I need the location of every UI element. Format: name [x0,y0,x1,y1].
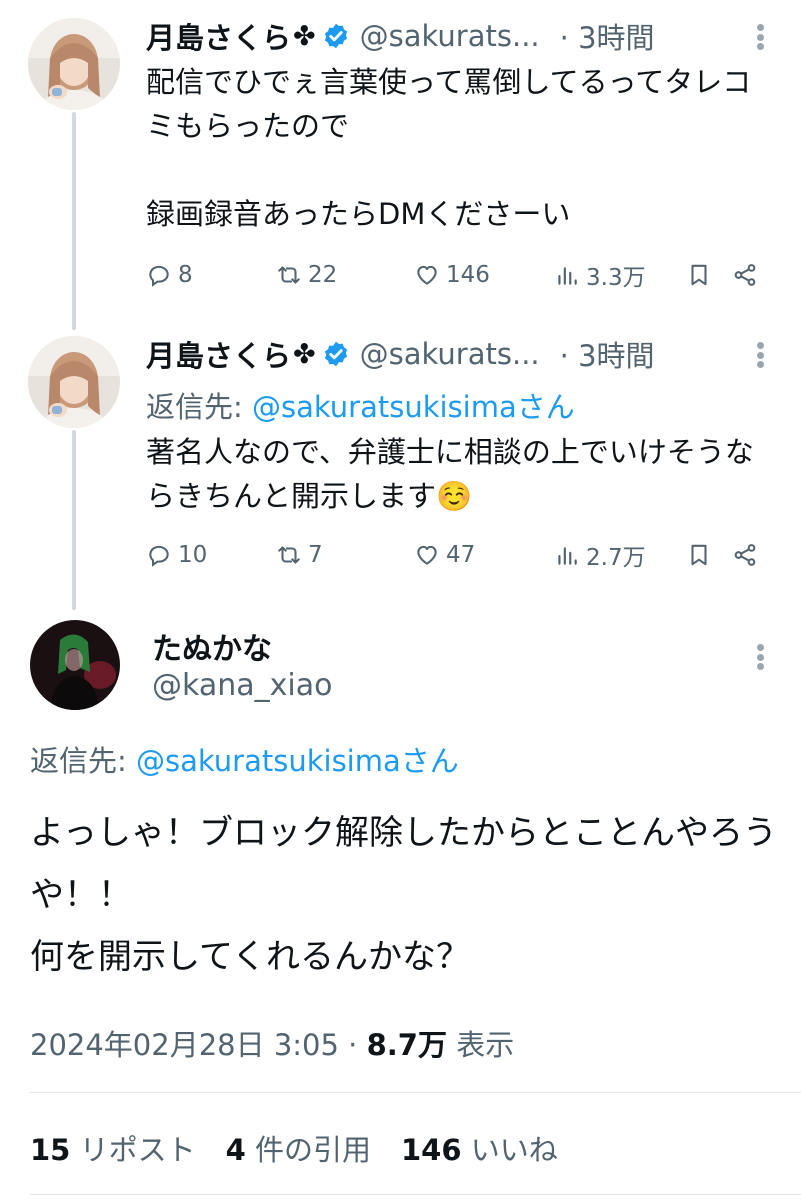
views-count: 2.7万 [586,545,646,571]
display-name[interactable]: 月島さくら [146,15,291,57]
views-button[interactable]: 3.3万 [554,258,646,292]
views-icon [558,547,577,565]
share-icon [734,264,756,286]
timestamp[interactable]: · 3時間 [560,333,655,375]
display-name[interactable]: 月島さくら [146,333,291,375]
views-button[interactable]: 2.7万 [554,538,646,572]
reply-button[interactable]: 10 [146,538,207,572]
bookmark-icon [691,544,707,566]
reposts-stat[interactable]: 15 リポスト [30,1133,196,1167]
like-button[interactable]: 47 [414,538,475,572]
reposts-label: リポスト [70,1133,196,1167]
reply-count: 8 [178,262,193,288]
flower-emoji: ✤ [293,338,316,370]
like-button[interactable]: 146 [414,258,490,292]
repost-count: 22 [308,262,338,288]
handle[interactable]: @sakurats... [360,337,540,371]
likes-count: 146 [400,1133,462,1167]
reply-to: 返信先: @sakuratsukisimaさん [146,384,575,426]
like-count: 146 [446,262,490,288]
repost-button[interactable]: 22 [276,258,337,292]
more-icon[interactable] [757,644,765,670]
repost-icon [278,546,300,564]
reply-count: 10 [178,542,208,568]
likes-label: いいね [461,1133,558,1167]
reply-to-link[interactable]: @sakuratsukisimaさん [136,744,459,778]
reply-button[interactable]: 8 [146,258,193,292]
repost-button[interactable]: 7 [276,538,323,572]
like-icon [417,265,437,285]
divider [30,1092,801,1093]
likes-stat[interactable]: 146 いいね [401,1133,558,1167]
handle[interactable]: @sakurats... [360,19,540,53]
tweet[interactable]: 月島さくら ✤ @sakurats... · 3時間 返信先: @sakurat… [0,318,801,608]
verified-icon [324,23,347,49]
views-count: 8.7万 [366,1028,447,1062]
views-count: 3.3万 [586,265,646,291]
bookmark-button[interactable] [686,258,718,292]
timestamp[interactable]: · 3時間 [560,15,655,57]
tweet-header: 月島さくら ✤ @sakurats... · 3時間 [146,14,655,58]
repost-count: 7 [308,542,323,568]
divider [30,1194,801,1195]
display-name[interactable]: たぬかな [152,624,272,668]
tweet-text: 著名人なので、弁護士に相談の上でいけそうならきちんと開示します☺️ [146,435,754,513]
reply-icon [149,265,169,287]
reply-to-link[interactable]: @sakuratsukisimaさん [252,390,575,424]
action-bar: 10 7 47 2.7万 [146,538,766,572]
views-label: 表示 [446,1028,515,1062]
reply-to: 返信先: @sakuratsukisimaさん [30,738,459,780]
share-button[interactable] [732,538,764,572]
action-bar: 8 22 146 3.3万 [146,258,766,292]
reposts-count: 15 [30,1133,71,1167]
more-icon[interactable] [757,342,765,368]
avatar[interactable] [30,620,120,710]
tweet-meta: 2024年02月28日 3:05 · 8.7万 表示 [30,1022,514,1064]
share-button[interactable] [732,258,764,292]
handle[interactable]: @kana_xiao [152,668,332,703]
reply-prefix: 返信先: [146,390,252,424]
quotes-count: 4 [225,1133,246,1167]
repost-icon [278,266,300,284]
reply-prefix: 返信先: [30,744,136,778]
quotes-label: 件の引用 [245,1133,371,1167]
more-icon[interactable] [757,24,765,50]
bookmark-icon [691,264,707,286]
verified-icon [324,341,347,367]
tweet-text: よっしゃ！ブロック解除したからとことんやろうや！！ 何を開示してくれるんかな？ [30,813,777,977]
like-icon [417,545,437,565]
share-icon [734,544,756,566]
timestamp[interactable]: 2024年02月28日 3:05 · [30,1028,367,1062]
reply-icon [149,545,169,567]
engagement-stats: 15 リポスト 4 件の引用 146 いいね [30,1127,558,1169]
bookmark-button[interactable] [686,538,718,572]
tweet-header: 月島さくら ✤ @sakurats... · 3時間 [146,332,655,376]
tweet-text: 配信でひでぇ言葉使って罵倒してるってタレコミもらったので 録画録音あったらDMく… [146,65,752,231]
avatar[interactable] [28,18,120,110]
tweet[interactable]: 月島さくら ✤ @sakurats... · 3時間 配信でひでぇ言葉使って罵倒… [0,0,801,310]
avatar[interactable] [28,336,120,428]
flower-emoji: ✤ [293,20,316,52]
quotes-stat[interactable]: 4 件の引用 [226,1133,371,1167]
like-count: 47 [446,542,476,568]
views-icon [558,267,577,285]
